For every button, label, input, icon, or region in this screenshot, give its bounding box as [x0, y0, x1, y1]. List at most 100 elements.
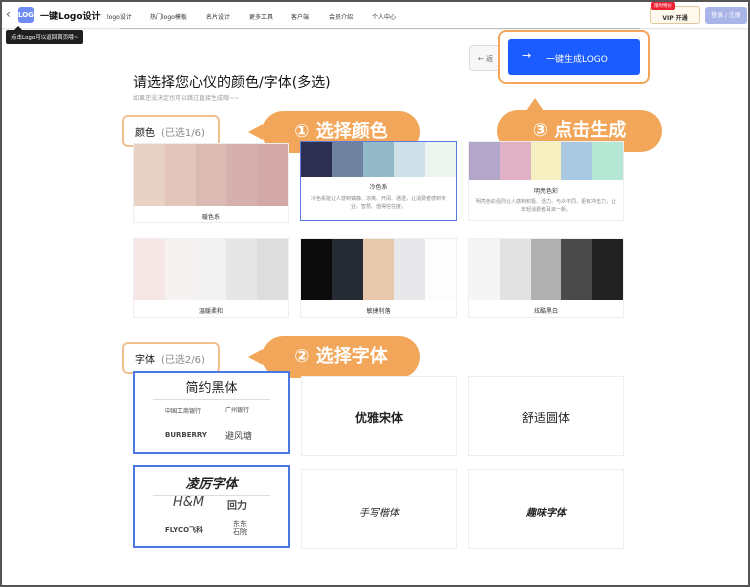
- color-swatches: [134, 239, 288, 300]
- font-card-name: 趣味字体: [526, 508, 566, 519]
- color-card-description: 冷色系能让人感到镇静、凉爽、开阔、通透，让消费者感到专业、智慧、值得信任度。: [310, 196, 446, 210]
- header-divider: [120, 28, 640, 29]
- generate-logo-button[interactable]: → 一键生成LOGO: [508, 39, 640, 75]
- color-swatch: [425, 142, 456, 177]
- color-swatch: [134, 239, 165, 300]
- font-card-sharp[interactable]: 凌厉字体 H&M 回力 FLYCO飞科 东东石院: [133, 465, 290, 548]
- font-card-name: 简约黑体: [185, 381, 238, 396]
- brand-sample: FLYCO飞科: [165, 526, 204, 534]
- color-swatches: [469, 239, 623, 300]
- font-section-label: 字体: [135, 355, 155, 366]
- nav-item-vip-intro[interactable]: 会员介绍: [329, 12, 353, 21]
- nav-item-more-tools[interactable]: 更多工具: [249, 12, 273, 21]
- font-card-comfy-round[interactable]: 舒适圆体: [468, 376, 624, 456]
- brand-sample: 广州银行: [225, 407, 250, 414]
- color-card-bright[interactable]: 明亮色彩 明亮色彩强烈让人感到积极、活力、与众不同，更有冲击力，让年轻消费者耳目…: [468, 141, 624, 221]
- brand-sample: 东东石院: [233, 520, 247, 536]
- brand-sample: 中国工商银行: [165, 408, 202, 415]
- color-swatch: [499, 142, 531, 180]
- logo-icon[interactable]: LOGO: [18, 7, 40, 23]
- color-swatch: [257, 239, 288, 300]
- color-swatch: [499, 239, 531, 300]
- font-card-name: 优雅宋体: [354, 411, 403, 425]
- color-swatch: [134, 144, 165, 206]
- color-swatch: [469, 142, 500, 180]
- divider: [153, 399, 270, 400]
- brand-name[interactable]: 一键Logo设计: [40, 9, 101, 22]
- color-swatch: [226, 144, 258, 206]
- nav-item-logo-design[interactable]: logo设计: [107, 12, 132, 21]
- color-swatches: [301, 142, 456, 177]
- color-card-cool[interactable]: 冷色系 冷色系能让人感到镇静、凉爽、开阔、通透，让消费者感到专业、智慧、值得信任…: [300, 141, 457, 221]
- brand-sample: 回力: [227, 501, 247, 512]
- color-card-name: 温暖柔和: [198, 308, 223, 315]
- font-selected-count: (已选2/6): [161, 355, 205, 366]
- font-section-header: 字体 (已选2/6): [122, 342, 220, 374]
- brand-sample: BURBERRY: [165, 431, 207, 439]
- color-swatch: [592, 142, 623, 180]
- page-title: 请选择您心仪的颜色/字体(多选): [133, 75, 331, 91]
- color-swatch: [332, 142, 363, 177]
- font-card-elegant-song[interactable]: 优雅宋体: [301, 376, 457, 456]
- color-card-name: 冷色系: [369, 184, 388, 191]
- font-card-name: 手写楷体: [359, 508, 399, 519]
- vip-promo-badge: 限时特价: [651, 2, 675, 10]
- font-card-handwritten[interactable]: 手写楷体: [301, 469, 457, 549]
- page-subtitle: 如果还没决定也可以跳过直接生成哦~~: [133, 95, 240, 102]
- color-swatch: [592, 239, 623, 300]
- color-swatch: [332, 239, 363, 300]
- color-card-agile[interactable]: 敏捷利落: [300, 238, 457, 318]
- color-swatch: [164, 239, 196, 300]
- color-swatch: [394, 239, 425, 300]
- vip-button[interactable]: 限时特价 VIP 开通: [650, 2, 700, 24]
- color-swatch: [301, 239, 332, 300]
- font-card-name: 凌厉字体: [185, 477, 238, 492]
- color-swatches: [134, 144, 288, 206]
- nav-item-hot-templates[interactable]: 热门logo模板: [150, 12, 187, 21]
- nav-item-personal-center[interactable]: 个人中心: [372, 12, 396, 21]
- color-swatch: [301, 142, 332, 177]
- logo-tooltip: 点击Logo可以返回首页哦~: [6, 26, 84, 44]
- color-selected-count: (已选1/6): [161, 128, 205, 139]
- generate-logo-label: 一键生成LOGO: [546, 55, 608, 65]
- brand-sample: H&M: [173, 495, 205, 510]
- top-navigation-bar: ‹ LOGO 一键Logo设计 logo设计 热门logo模板 名片设计 更多工…: [2, 2, 748, 29]
- color-swatch: [530, 142, 562, 180]
- nav-item-card-design[interactable]: 名片设计: [206, 12, 230, 21]
- color-swatch: [363, 239, 394, 300]
- color-section-label: 颜色: [135, 128, 155, 139]
- color-card-bw[interactable]: 炫酷黑白: [468, 238, 624, 318]
- color-swatch: [195, 144, 227, 206]
- login-button[interactable]: 登录 / 注册: [705, 7, 747, 24]
- generate-highlight: → 一键生成LOGO: [498, 30, 650, 84]
- color-swatches: [469, 142, 623, 180]
- color-card-warm[interactable]: 暖色系: [133, 143, 289, 223]
- color-card-name: 明亮色彩: [533, 188, 558, 195]
- color-card-name: 炫酷黑白: [533, 308, 558, 315]
- color-swatch: [195, 239, 227, 300]
- color-swatch: [530, 239, 562, 300]
- color-card-description: 明亮色彩强烈让人感到积极、活力、与众不同，更有冲击力，让年轻消费者耳目一新。: [475, 199, 616, 213]
- font-card-fun[interactable]: 趣味字体: [468, 469, 624, 549]
- font-card-name: 舒适圆体: [521, 411, 570, 425]
- color-swatch: [226, 239, 258, 300]
- color-swatch: [394, 142, 425, 177]
- color-card-name: 暖色系: [201, 214, 220, 221]
- divider: [153, 495, 270, 496]
- color-swatch: [561, 239, 593, 300]
- font-card-simple-hei[interactable]: 简约黑体 中国工商银行 广州银行 BURBERRY 避风塘: [133, 371, 290, 454]
- color-swatch: [561, 142, 593, 180]
- arrow-right-icon: →: [522, 49, 532, 62]
- color-swatches: [301, 239, 456, 300]
- back-arrow-icon[interactable]: ‹: [6, 7, 11, 21]
- color-card-soft[interactable]: 温暖柔和: [133, 238, 289, 318]
- color-swatch: [257, 144, 288, 206]
- brand-sample: 避风塘: [225, 432, 253, 442]
- color-swatch: [164, 144, 196, 206]
- nav-item-client[interactable]: 客户端: [291, 12, 309, 21]
- color-swatch: [469, 239, 500, 300]
- vip-label: VIP 开通: [662, 15, 688, 22]
- color-swatch: [425, 239, 456, 300]
- color-swatch: [363, 142, 394, 177]
- color-card-name: 敏捷利落: [366, 308, 391, 315]
